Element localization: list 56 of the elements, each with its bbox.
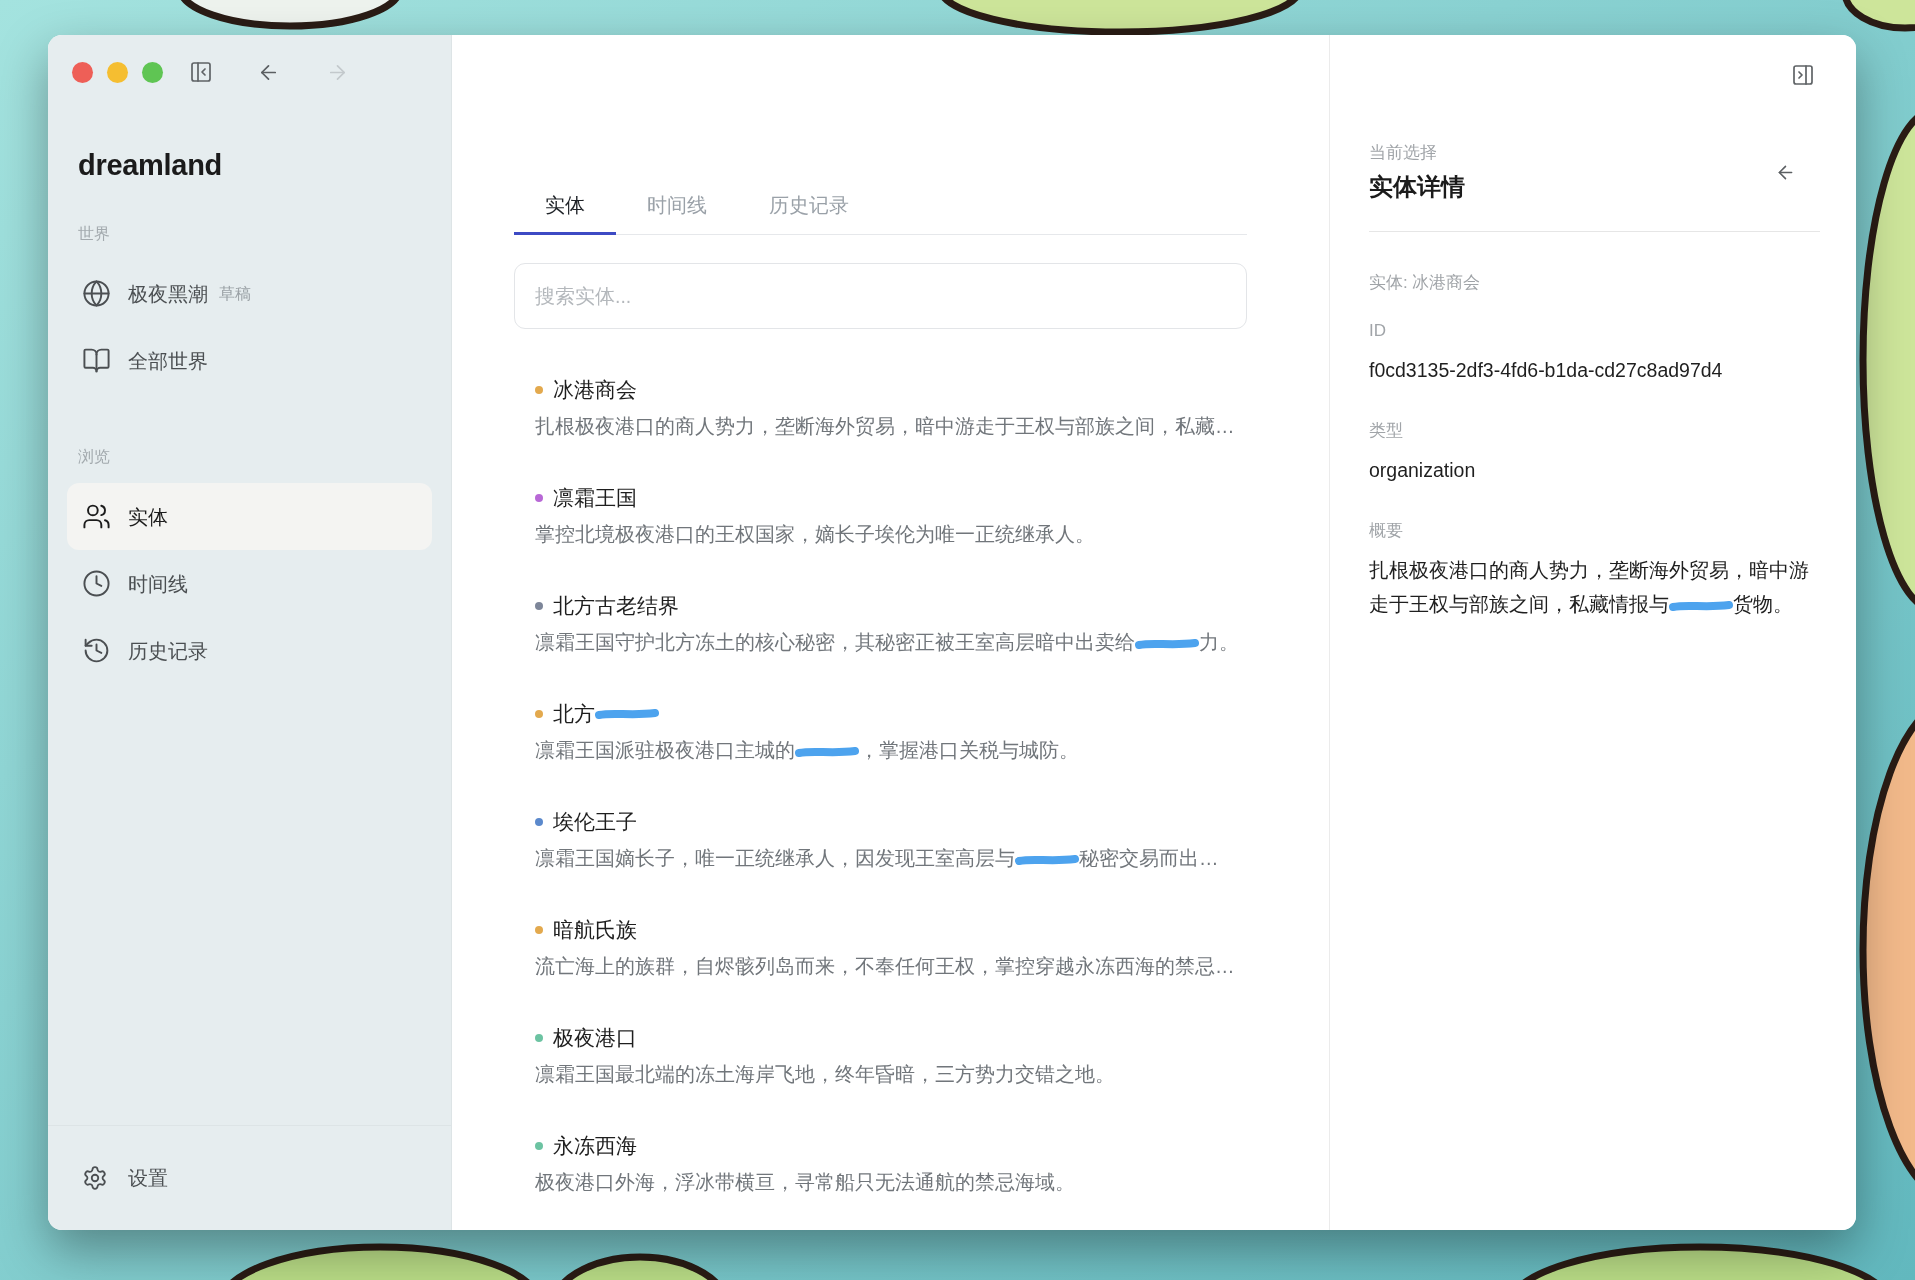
settings-icon	[82, 1165, 108, 1191]
settings-item[interactable]: 设置	[67, 1163, 168, 1193]
entity-name[interactable]: 永冻西海	[553, 1131, 637, 1161]
redaction-scribble	[795, 745, 859, 758]
entity-name[interactable]: 埃伦王子	[553, 807, 637, 837]
entity-description: 凛霜王国派驻极夜港口主城的	[535, 738, 795, 763]
history-icon	[82, 636, 111, 665]
entity-description: 凛霜王国最北端的冻土海岸飞地，终年昏暗，三方势力交错之地。	[535, 1062, 1115, 1087]
panel-title: 实体详情	[1369, 172, 1465, 202]
entity-name[interactable]: 北方古老结界	[553, 591, 679, 621]
field-value: 货物。	[1733, 592, 1793, 617]
entity-description: 凛霜王国守护北方冻土的核心秘密，其秘密正被王室高层暗中出卖给	[535, 630, 1135, 655]
window-close-icon[interactable]	[72, 61, 93, 83]
sidebar-toggle-icon[interactable]	[189, 60, 213, 84]
entity-description: 秘密交易而出…	[1079, 846, 1219, 871]
redaction-scribble	[595, 708, 659, 720]
redaction-scribble	[1669, 599, 1733, 612]
entity-description: 掌控北境极夜港口的王权国家，嫡长子埃伦为唯一正统继承人。	[535, 522, 1095, 547]
entity-description: 扎根极夜港口的商人势力，垄断海外贸易，暗中游走于王权与部族之间，私藏…	[535, 414, 1235, 439]
section-label: 浏览	[78, 447, 110, 467]
sidebar-item[interactable]: 时间线	[67, 550, 432, 617]
sidebar-item[interactable]: 全部世界	[67, 327, 432, 394]
book-icon	[82, 346, 111, 375]
redaction-scribble	[1015, 853, 1079, 866]
app-title: dreamland	[78, 148, 222, 183]
entity-description: 力。	[1199, 630, 1239, 655]
field-label: 概要	[1369, 520, 1403, 542]
field-value: 扎根极夜港口的商人势力，垄断海外贸易，暗中游	[1369, 558, 1809, 583]
entity-description: 流亡海上的族群，自烬骸列岛而来，不奉任何王权，掌控穿越永冻西海的禁忌…	[535, 954, 1235, 979]
panel-toggle-icon[interactable]	[1791, 63, 1815, 87]
field-value: f0cd3135-2df3-4fd6-b1da-cd27c8ad97d4	[1369, 358, 1723, 383]
section-label: 世界	[78, 224, 110, 244]
clock-icon	[82, 569, 111, 598]
field-value: organization	[1369, 458, 1476, 483]
entity-subtitle: 实体: 冰港商会	[1369, 272, 1481, 294]
tab[interactable]: 实体	[514, 177, 616, 235]
entity-name[interactable]: 极夜港口	[553, 1023, 637, 1053]
globe-icon	[82, 279, 111, 308]
field-label: ID	[1369, 320, 1386, 342]
search-field[interactable]: 搜索实体...	[514, 263, 1247, 329]
entity-name[interactable]: 暗航氏族	[553, 915, 637, 945]
field-label: 类型	[1369, 420, 1403, 442]
entity-description: 极夜港口外海，浮冰带横亘，寻常船只无法通航的禁忌海域。	[535, 1170, 1075, 1195]
draft-tag: 草稿	[219, 281, 251, 306]
eyebrow-label: 当前选择	[1369, 142, 1437, 164]
redaction-scribble	[1135, 637, 1199, 650]
sidebar-item[interactable]: 实体	[67, 483, 432, 550]
sidebar-item[interactable]: 极夜黑潮 草稿	[67, 260, 432, 327]
users-icon	[82, 502, 111, 531]
entity-description: 凛霜王国嫡长子，唯一正统继承人，因发现王室高层与	[535, 846, 1015, 871]
entity-name[interactable]: 北方	[553, 699, 595, 729]
entity-name[interactable]: 凛霜王国	[553, 483, 637, 513]
sidebar-item[interactable]: 历史记录	[67, 617, 432, 684]
field-value: 走于王权与部族之间，私藏情报与	[1369, 592, 1669, 617]
entity-name[interactable]: 冰港商会	[553, 375, 637, 405]
entity-description: ，掌握港口关税与城防。	[859, 738, 1079, 763]
